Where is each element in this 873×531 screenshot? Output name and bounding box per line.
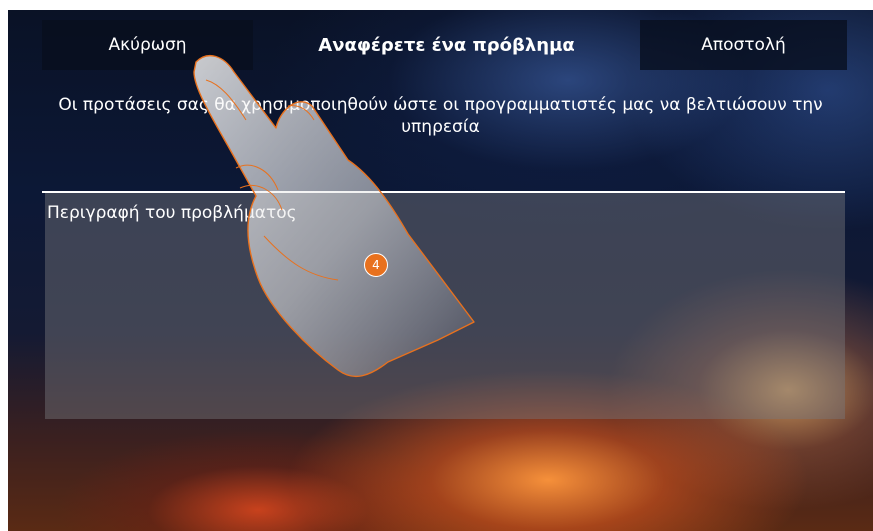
problem-description-placeholder: Περιγραφή του προβλήματος [47,203,297,223]
info-text-line-1: Οι προτάσεις σας θα χρησιμοποιηθούν ώστε… [58,95,823,115]
info-text: Οι προτάσεις σας θα χρησιμοποιηθούν ώστε… [8,94,873,138]
cancel-button-label: Ακύρωση [108,35,187,55]
step-number: 4 [372,258,380,272]
send-button[interactable]: Αποστολή [640,20,847,70]
problem-description-field[interactable]: Περιγραφή του προβλήματος [45,193,845,419]
page-title-text: Αναφέρετε ένα πρόβλημα [318,34,575,56]
info-text-line-2: υπηρεσία [401,117,480,137]
touchscreen: Ακύρωση Αναφέρετε ένα πρόβλημα Αποστολή … [8,10,873,531]
cancel-button[interactable]: Ακύρωση [42,20,253,70]
send-button-label: Αποστολή [701,35,786,55]
page-title: Αναφέρετε ένα πρόβλημα [253,20,640,70]
step-number-badge: 4 [364,253,388,277]
